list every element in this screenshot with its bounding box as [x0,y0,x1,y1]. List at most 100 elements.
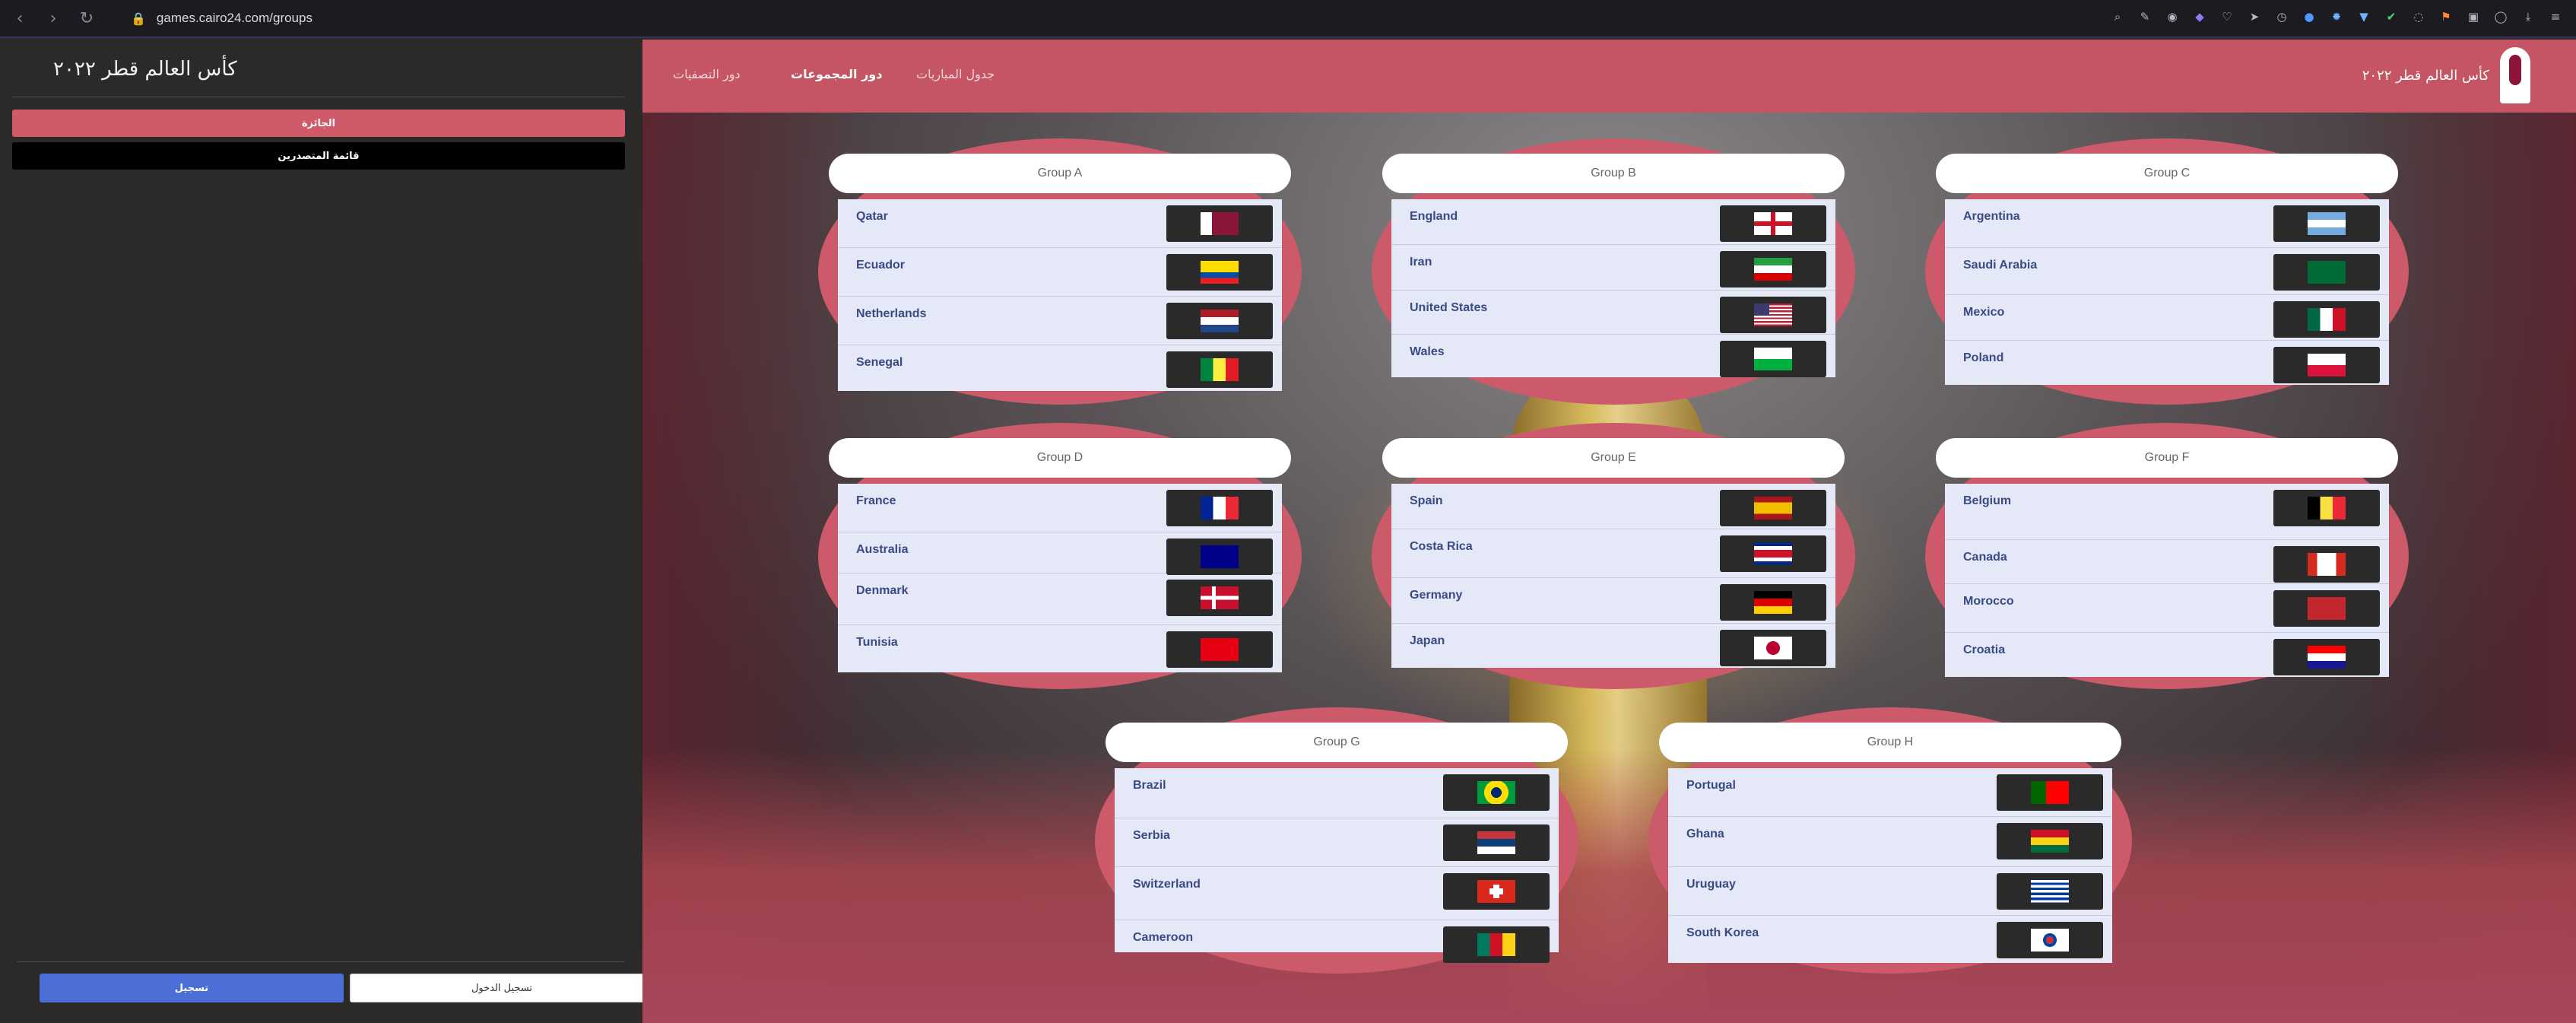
team-row[interactable]: Tunisia [838,625,1282,672]
team-row[interactable]: Ecuador [838,248,1282,297]
team-row[interactable]: Ghana [1668,817,2112,867]
team-row[interactable]: Uruguay [1668,867,2112,916]
back-icon[interactable]: ‹ [6,5,33,32]
leaderboard-button[interactable]: قائمة المتصدرين [12,142,625,170]
flag-container [1443,824,1550,861]
team-row[interactable]: France [838,484,1282,532]
group-header: Group D [829,438,1291,478]
heart-icon[interactable]: ♡ [2217,7,2237,27]
team-row[interactable]: Serbia [1115,818,1559,867]
team-name: Germany [1410,589,1463,602]
team-name: Japan [1410,634,1445,647]
team-name: Uruguay [1686,878,1736,891]
flag-icon [1201,358,1239,381]
box-icon[interactable]: ▣ [2463,7,2483,27]
nav-groups[interactable]: دور المجموعات [791,67,882,81]
team-row[interactable]: Australia [838,532,1282,575]
flag-container [2273,546,2380,583]
gear-icon[interactable]: ✹ [2327,7,2346,27]
team-name: Spain [1410,494,1443,507]
extension-check-icon[interactable]: ✔ [2381,7,2401,27]
extension-blue-icon[interactable]: ● [2299,7,2319,27]
group-team-list: Spain Costa Rica Germany Japan [1391,484,1835,668]
flag-icon [1754,591,1792,614]
team-row[interactable]: Poland [1945,341,2389,385]
extension-orange-icon[interactable]: ⚑ [2436,7,2456,27]
reload-icon[interactable]: ↻ [73,5,100,32]
team-row[interactable]: England [1391,199,1835,245]
team-row[interactable]: Qatar [838,199,1282,248]
flag-container [1166,351,1273,388]
group-team-list: Portugal Ghana Uruguay South Korea [1668,768,2112,963]
account-icon[interactable]: ◯ [2491,7,2511,27]
flag-container [1443,873,1550,910]
forward-icon[interactable]: › [40,5,67,32]
team-row[interactable]: Japan [1391,624,1835,668]
team-row[interactable]: Mexico [1945,295,2389,341]
team-name: Argentina [1963,210,2020,223]
flag-container [2273,490,2380,526]
team-row[interactable]: Netherlands [838,297,1282,345]
team-row[interactable]: Saudi Arabia [1945,248,2389,295]
team-row[interactable]: Denmark [838,573,1282,625]
group-header: Group A [829,154,1291,193]
brand[interactable]: كأس العالم قطر ٢٠٢٢ [2362,47,2530,103]
group-header: Group F [1936,438,2398,478]
sidebar-title: كأس العالم قطر ٢٠٢٢ [53,58,237,81]
team-name: Switzerland [1133,878,1201,891]
team-row[interactable]: Costa Rica [1391,529,1835,578]
flag-icon [2308,308,2346,331]
flag-icon [2308,261,2346,284]
team-row[interactable]: United States [1391,291,1835,335]
nav-knockout[interactable]: دور التصفيات [673,67,741,81]
camera-icon[interactable]: ◉ [2162,7,2182,27]
flag-container [1443,774,1550,811]
team-row[interactable]: Germany [1391,578,1835,624]
search-icon[interactable]: ⌕ [2108,7,2127,27]
team-row[interactable]: Canada [1945,540,2389,584]
team-row[interactable]: South Korea [1668,916,2112,963]
team-row[interactable]: Portugal [1668,768,2112,817]
group-team-list: Brazil Serbia Switzerland Cameroon [1115,768,1559,963]
edit-icon[interactable]: ✎ [2135,7,2155,27]
team-row[interactable]: Spain [1391,484,1835,529]
download-icon[interactable]: ⤓ [2518,7,2538,27]
group-team-list: England Iran United States Wales [1391,199,1835,377]
extension-grey-icon[interactable]: ◌ [2409,7,2428,27]
team-row[interactable]: Cameroon [1115,920,1559,963]
team-row[interactable]: Iran [1391,245,1835,291]
team-row[interactable]: Croatia [1945,633,2389,677]
team-name: Poland [1963,351,2004,364]
team-row[interactable]: Switzerland [1115,867,1559,920]
top-navbar: دور التصفيات دور المجموعات جدول المباريا… [642,40,2576,113]
vpn-icon[interactable]: ▼ [2354,7,2374,27]
nav-schedule[interactable]: جدول المباريات [916,67,995,81]
flag-icon [2031,929,2069,952]
address-bar[interactable]: games.cairo24.com/groups [157,11,312,26]
flag-container [1166,631,1273,668]
flag-icon [2308,354,2346,376]
login-button[interactable]: تسجيل الدخول [350,974,654,1002]
prize-button[interactable]: الجائزة [12,110,625,137]
menu-icon[interactable]: ≡ [2546,7,2565,27]
flag-icon [1201,212,1239,235]
team-name: Tunisia [856,636,898,649]
shield-icon[interactable]: ◆ [2190,7,2210,27]
flag-icon [2031,880,2069,903]
team-row[interactable]: Argentina [1945,199,2389,248]
team-row[interactable]: Belgium [1945,484,2389,540]
flag-container [2273,639,2380,675]
flag-icon [2308,597,2346,620]
team-name: France [856,494,896,507]
team-row[interactable]: Morocco [1945,584,2389,633]
clock-icon[interactable]: ◷ [2272,7,2292,27]
register-button[interactable]: تسجيل [40,974,344,1002]
flag-container [1997,774,2103,811]
flag-container [2273,205,2380,242]
team-row[interactable]: Brazil [1115,768,1559,818]
flag-container [2273,301,2380,338]
flag-container [1166,205,1273,242]
team-row[interactable]: Wales [1391,335,1835,377]
send-icon[interactable]: ➤ [2244,7,2264,27]
team-row[interactable]: Senegal [838,345,1282,391]
